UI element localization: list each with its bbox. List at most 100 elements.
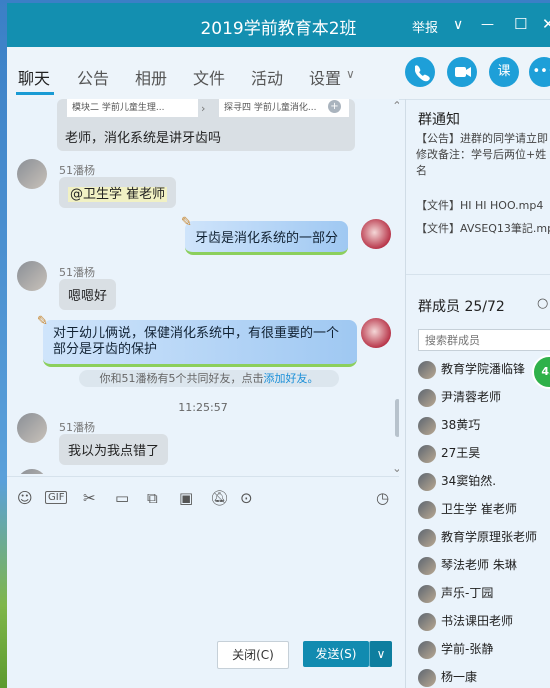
settings-chevron-icon[interactable]: ∨ bbox=[346, 67, 355, 81]
progress-badge: 45 bbox=[532, 355, 550, 389]
active-tab-indicator bbox=[16, 92, 54, 95]
tab-files[interactable]: 文件 bbox=[193, 65, 225, 89]
tab-activity[interactable]: 活动 bbox=[251, 65, 283, 89]
chat-area: 模块二 学前儿童生理... › 探寻四 学前儿童消化... + 老师，消化系统是… bbox=[7, 99, 399, 474]
clipboard-icon[interactable]: ⧉ bbox=[147, 489, 158, 507]
member-name: 卫生学 崔老师 bbox=[441, 502, 517, 516]
member-item[interactable]: 教育学院潘临锋 bbox=[418, 360, 525, 382]
zoom-icon[interactable]: + bbox=[328, 100, 341, 113]
send-button[interactable]: 发送(S) bbox=[303, 641, 369, 667]
member-item[interactable]: 书法课田老师 bbox=[418, 612, 513, 634]
avatar[interactable] bbox=[17, 413, 47, 443]
tab-announcement[interactable]: 公告 bbox=[77, 65, 109, 89]
chat-scrollbar[interactable] bbox=[395, 399, 399, 437]
minimize-icon[interactable]: — bbox=[481, 17, 494, 32]
message-text: 嗯嗯好 bbox=[68, 289, 108, 304]
avatar bbox=[418, 472, 436, 491]
member-name: 34窦铂然. bbox=[441, 474, 497, 488]
avatar bbox=[418, 416, 436, 435]
system-notice: 你和51潘杨有5个共同好友，点击添加好友。 bbox=[79, 370, 339, 387]
member-name: 声乐-丁园 bbox=[441, 586, 494, 600]
pen-decoration-icon: ✎ bbox=[181, 215, 192, 230]
video-call-button[interactable] bbox=[447, 57, 477, 87]
phone-icon bbox=[415, 65, 430, 82]
section-divider bbox=[406, 274, 550, 275]
more-dots-icon: ••• bbox=[532, 64, 550, 79]
avatar[interactable] bbox=[361, 219, 391, 249]
notice-line: 名 bbox=[416, 164, 427, 177]
send-options-chevron-icon[interactable]: ∨ bbox=[369, 641, 392, 667]
message-text-line2: 部分是牙齿的保护 bbox=[53, 342, 158, 357]
avatar[interactable] bbox=[17, 469, 47, 474]
collapse-up-icon[interactable]: ⌃ bbox=[392, 99, 399, 113]
sender-name[interactable]: 51潘杨 bbox=[59, 419, 95, 435]
member-item[interactable]: 卫生学 崔老师 bbox=[418, 500, 517, 522]
folder-icon[interactable]: ▭ bbox=[115, 489, 129, 507]
members-heading: 群成员 25/72 bbox=[418, 299, 505, 315]
avatar[interactable] bbox=[361, 318, 391, 348]
notice-file-1[interactable]: 【文件】HI HI HOO.mp4 bbox=[416, 197, 543, 213]
member-item[interactable]: 学前-张静 bbox=[418, 640, 493, 662]
chat-window: 2019学前教育本2班 举报 ∨ — ☐ ✕ 聊天 公告 相册 文件 活动 设置… bbox=[7, 3, 550, 688]
member-name: 教育学原理张老师 bbox=[441, 530, 538, 544]
message-bubble: @卫生学 崔老师 bbox=[59, 177, 177, 208]
chevron-right-icon: › bbox=[201, 102, 206, 115]
bell-off-icon[interactable]: 🔕︎ bbox=[210, 489, 229, 507]
avatar[interactable] bbox=[17, 159, 47, 189]
emoji-icon[interactable]: ☺ bbox=[17, 489, 33, 507]
window-title: 2019学前教育本2班 bbox=[200, 19, 357, 39]
avatar[interactable] bbox=[17, 261, 47, 291]
more-button[interactable]: ••• bbox=[529, 57, 550, 87]
tab-album[interactable]: 相册 bbox=[135, 65, 167, 89]
sender-name[interactable]: 51潘杨 bbox=[59, 264, 95, 280]
notice-text: 你和51潘杨有5个共同好友，点击 bbox=[99, 372, 264, 385]
member-item[interactable]: 27王昊 bbox=[418, 444, 480, 466]
member-name: 杨一康 bbox=[441, 670, 478, 684]
quoted-card-a[interactable]: 模块二 学前儿童生理... bbox=[67, 99, 198, 117]
member-item[interactable]: 尹清蓉老师 bbox=[418, 388, 501, 410]
avatar bbox=[418, 388, 436, 407]
gif-icon[interactable]: GIF bbox=[45, 491, 68, 504]
report-link[interactable]: 举报 bbox=[412, 17, 438, 36]
scroll-down-icon[interactable]: ⌄ bbox=[392, 461, 399, 474]
member-name: 琴法老师 朱琳 bbox=[441, 558, 517, 572]
member-item[interactable]: 琴法老师 朱琳 bbox=[418, 556, 517, 578]
message-text-line1: 对于幼儿俩说，保健消化系统中，有很重要的一个 bbox=[53, 326, 340, 341]
add-friend-link[interactable]: 添加好友。 bbox=[264, 372, 319, 385]
avatar bbox=[418, 500, 436, 519]
more-icon[interactable]: ⊙ bbox=[240, 489, 253, 507]
close-icon[interactable]: ✕ bbox=[542, 15, 550, 33]
message-text: 老师，消化系统是讲牙齿吗 bbox=[65, 131, 222, 146]
notice-line: 修改备注：学号后两位+姓 bbox=[416, 148, 547, 161]
video-camera-icon bbox=[455, 67, 471, 77]
input-toolbar: ☺ GIF ✂ ▭ ⧉ ▣ 🔕︎ ⊙ ◷ bbox=[7, 476, 399, 517]
sender-name[interactable]: 51潘杨 bbox=[59, 162, 95, 178]
group-notice-body[interactable]: 【公告】进群的同学请立即 修改备注：学号后两位+姓 名 bbox=[416, 131, 548, 179]
member-search-icon[interactable]: ○ bbox=[537, 296, 548, 311]
tab-bar: 聊天 公告 相册 文件 活动 设置 ∨ 课 ••• bbox=[7, 47, 550, 100]
member-item[interactable]: 34窦铂然. bbox=[418, 472, 496, 494]
member-item[interactable]: 教育学原理张老师 bbox=[418, 528, 537, 550]
tab-settings[interactable]: 设置 bbox=[309, 65, 341, 89]
dropdown-icon[interactable]: ∨ bbox=[453, 17, 463, 33]
avatar bbox=[418, 612, 436, 631]
voice-call-button[interactable] bbox=[405, 57, 435, 87]
member-item[interactable]: 声乐-丁园 bbox=[418, 584, 493, 606]
history-clock-icon[interactable]: ◷ bbox=[376, 489, 389, 507]
member-item[interactable]: 杨一康 bbox=[418, 668, 477, 688]
member-item[interactable]: 38黄巧 bbox=[418, 416, 480, 438]
image-icon[interactable]: ▣ bbox=[179, 489, 193, 507]
member-search-input[interactable] bbox=[418, 329, 550, 351]
message-input[interactable]: 关闭(C) 发送(S) ∨ bbox=[7, 518, 399, 688]
member-name: 学前-张静 bbox=[441, 642, 494, 656]
notice-file-2[interactable]: 【文件】AVSEQ13筆記.mp4 bbox=[416, 220, 550, 236]
tab-chat[interactable]: 聊天 bbox=[18, 65, 50, 89]
close-button[interactable]: 关闭(C) bbox=[217, 641, 289, 669]
scissors-icon[interactable]: ✂ bbox=[83, 489, 96, 507]
course-button[interactable]: 课 bbox=[489, 57, 519, 87]
avatar bbox=[418, 556, 436, 575]
message-text: 我以为我点错了 bbox=[68, 444, 160, 459]
maximize-icon[interactable]: ☐ bbox=[514, 15, 527, 33]
mention-text: @卫生学 崔老师 bbox=[68, 187, 168, 202]
member-name: 27王昊 bbox=[441, 446, 481, 460]
